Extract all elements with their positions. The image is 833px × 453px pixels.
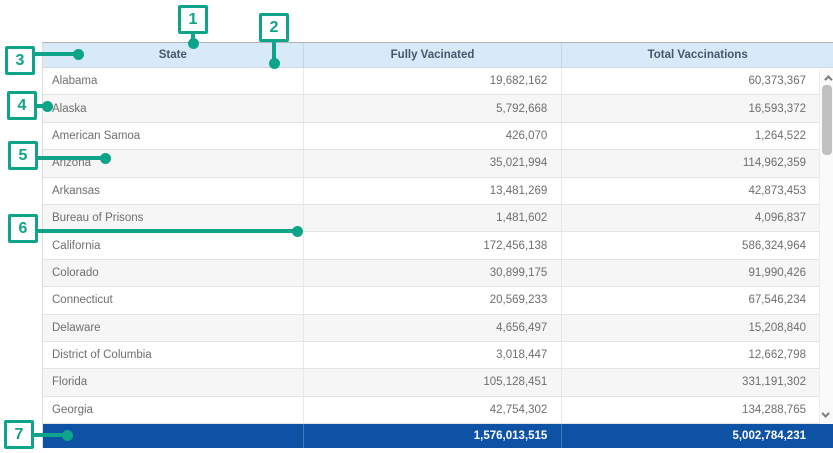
cell-state: District of Columbia: [43, 342, 303, 368]
cell-total-vaccinations: 1,264,522: [561, 123, 833, 149]
callout-4-dot: [42, 101, 53, 112]
table-row[interactable]: Delaware 4,656,497 15,208,840: [43, 315, 833, 342]
cell-total-vaccinations: 134,288,765: [561, 397, 833, 423]
callout-2-marker: 2: [259, 13, 289, 42]
cell-state: Alabama: [43, 68, 303, 94]
cell-state: Connecticut: [43, 287, 303, 313]
cell-fully-vacinated: 105,128,451: [303, 369, 562, 395]
cell-state: Bureau of Prisons: [43, 205, 303, 231]
cell-total-vaccinations: 12,662,798: [561, 342, 833, 368]
table-row[interactable]: Alabama 19,682,162 60,373,367: [43, 68, 833, 95]
callout-4-marker: 4: [7, 91, 37, 120]
callout-5-dot: [100, 153, 111, 164]
chevron-down-icon: [821, 409, 829, 417]
scrollbar-track[interactable]: [820, 83, 833, 410]
cell-fully-vacinated: 35,021,994: [303, 150, 562, 176]
cell-state: Arizona: [43, 150, 303, 176]
table-row[interactable]: Colorado 30,899,175 91,990,426: [43, 260, 833, 287]
header-cell-total-vaccinations: Total Vaccinations: [561, 43, 833, 67]
cell-fully-vacinated: 5,792,668: [303, 95, 562, 121]
dashboard-table-screenshot: State Fully Vacinated Total Vaccinations…: [0, 0, 833, 453]
scroll-down-button[interactable]: [820, 408, 833, 422]
cell-state: Delaware: [43, 315, 303, 341]
cell-fully-vacinated: 13,481,269: [303, 178, 562, 204]
cell-fully-vacinated: 3,018,447: [303, 342, 562, 368]
table-total-row: 1,576,013,515 5,002,784,231: [43, 424, 833, 448]
total-cell-state: [43, 424, 303, 448]
callout-1-marker: 1: [178, 5, 208, 34]
callout-3-connector: [30, 52, 78, 56]
cell-fully-vacinated: 172,456,138: [303, 232, 562, 258]
cell-state: California: [43, 232, 303, 258]
callout-6-connector: [33, 229, 297, 233]
cell-total-vaccinations: 15,208,840: [561, 315, 833, 341]
cell-fully-vacinated: 4,656,497: [303, 315, 562, 341]
cell-state: Florida: [43, 369, 303, 395]
table-row[interactable]: Connecticut 20,569,233 67,546,234: [43, 287, 833, 314]
table-row[interactable]: California 172,456,138 586,324,964: [43, 232, 833, 259]
table-row[interactable]: Georgia 42,754,302 134,288,765: [43, 397, 833, 424]
callout-3-marker: 3: [5, 46, 35, 75]
cell-fully-vacinated: 30,899,175: [303, 260, 562, 286]
cell-total-vaccinations: 91,990,426: [561, 260, 833, 286]
callout-1-dot: [188, 38, 199, 49]
vertical-scrollbar[interactable]: [819, 69, 833, 424]
vaccinations-table: State Fully Vacinated Total Vaccinations…: [42, 42, 833, 448]
cell-total-vaccinations: 60,373,367: [561, 68, 833, 94]
callout-7-marker: 7: [4, 420, 34, 449]
cell-fully-vacinated: 42,754,302: [303, 397, 562, 423]
table-row[interactable]: Arkansas 13,481,269 42,873,453: [43, 178, 833, 205]
cell-state: Arkansas: [43, 178, 303, 204]
cell-fully-vacinated: 1,481,602: [303, 205, 562, 231]
table-row[interactable]: Arizona 35,021,994 114,962,359: [43, 150, 833, 177]
cell-total-vaccinations: 4,096,837: [561, 205, 833, 231]
total-cell-total-vaccinations: 5,002,784,231: [561, 424, 833, 448]
cell-fully-vacinated: 426,070: [303, 123, 562, 149]
cell-fully-vacinated: 20,569,233: [303, 287, 562, 313]
cell-total-vaccinations: 67,546,234: [561, 287, 833, 313]
cell-state: American Samoa: [43, 123, 303, 149]
table-row[interactable]: Alaska 5,792,668 16,593,372: [43, 95, 833, 122]
total-cell-fully-vacinated: 1,576,013,515: [303, 424, 562, 448]
cell-total-vaccinations: 114,962,359: [561, 150, 833, 176]
cell-total-vaccinations: 586,324,964: [561, 232, 833, 258]
header-cell-fully-vacinated: Fully Vacinated: [303, 43, 562, 67]
table-body: Alabama 19,682,162 60,373,367 Alaska 5,7…: [43, 68, 833, 424]
callout-5-connector: [35, 156, 105, 160]
scrollbar-thumb[interactable]: [822, 85, 832, 155]
table-header-row: State Fully Vacinated Total Vaccinations: [43, 43, 833, 68]
table-row[interactable]: American Samoa 426,070 1,264,522: [43, 123, 833, 150]
cell-total-vaccinations: 42,873,453: [561, 178, 833, 204]
table-row[interactable]: District of Columbia 3,018,447 12,662,79…: [43, 342, 833, 369]
callout-5-marker: 5: [8, 141, 38, 170]
callout-6-marker: 6: [8, 214, 38, 243]
cell-state: Alaska: [43, 95, 303, 121]
callout-7-dot: [62, 430, 73, 441]
cell-state: Georgia: [43, 397, 303, 423]
cell-fully-vacinated: 19,682,162: [303, 68, 562, 94]
cell-total-vaccinations: 16,593,372: [561, 95, 833, 121]
table-row[interactable]: Florida 105,128,451 331,191,302: [43, 369, 833, 396]
callout-6-dot: [292, 226, 303, 237]
callout-2-dot: [269, 58, 280, 69]
cell-total-vaccinations: 331,191,302: [561, 369, 833, 395]
callout-3-dot: [73, 49, 84, 60]
cell-state: Colorado: [43, 260, 303, 286]
